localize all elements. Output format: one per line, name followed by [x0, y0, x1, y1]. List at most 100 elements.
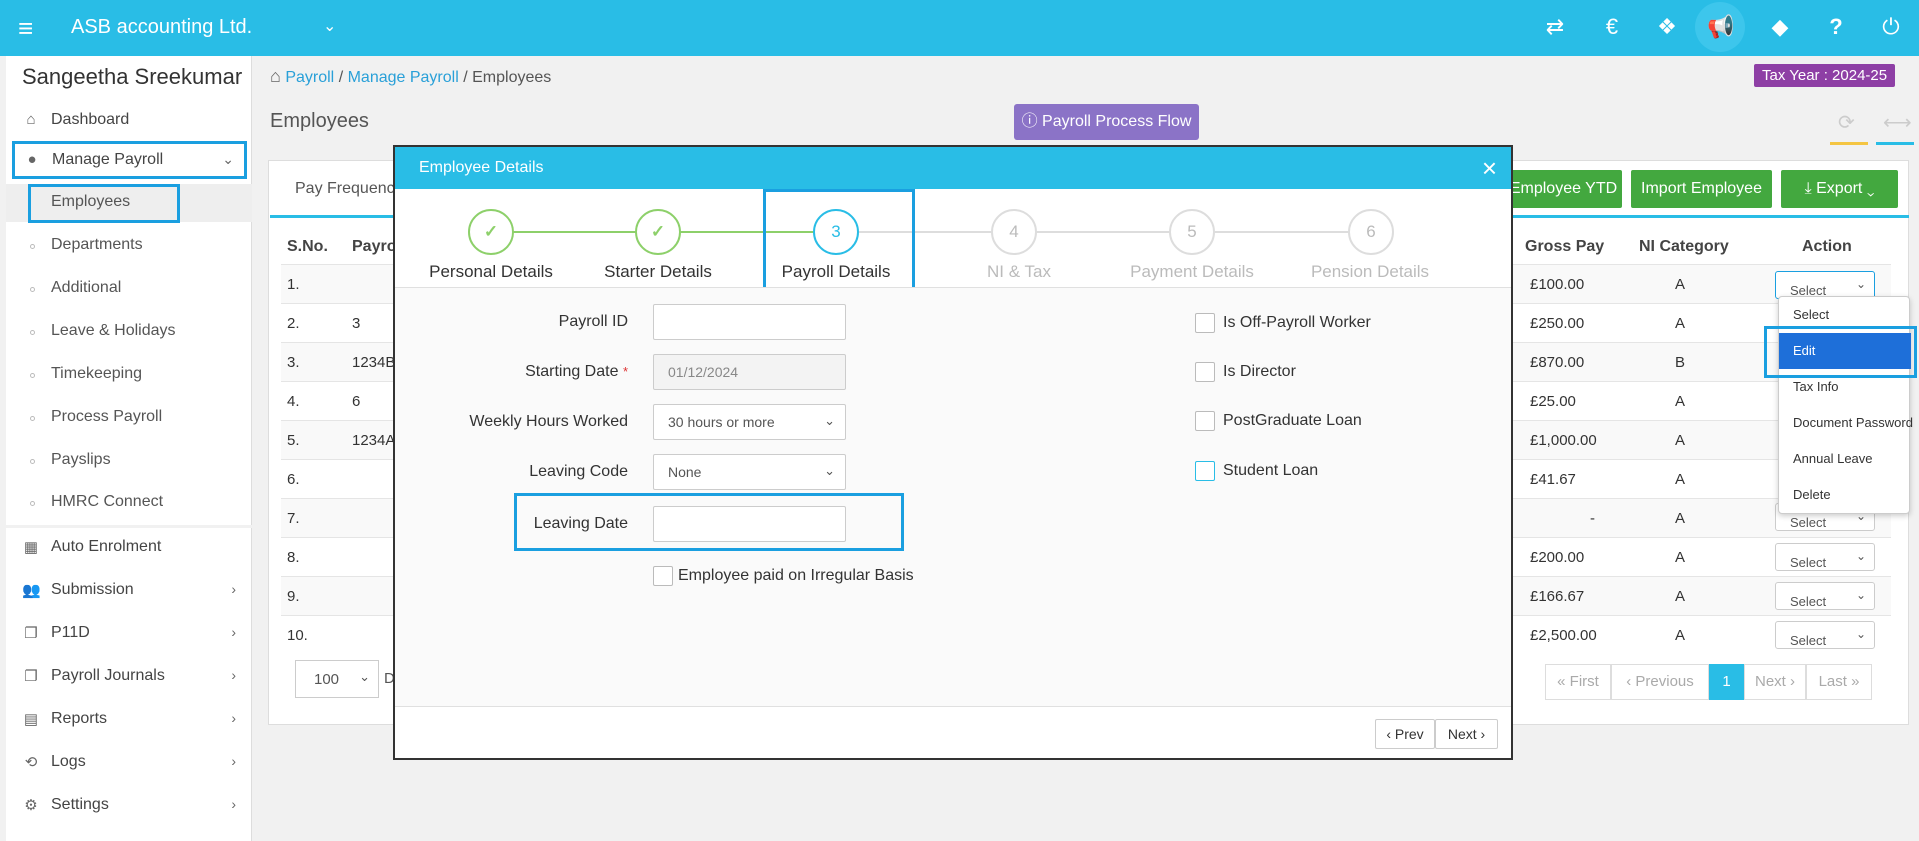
pager-first[interactable]: « First [1545, 664, 1611, 700]
select-value: Select [1790, 515, 1827, 530]
step-2-label[interactable]: Starter Details [573, 262, 743, 282]
column-header-payroll-id[interactable]: Payro [352, 238, 396, 256]
step-5-label[interactable]: Payment Details [1107, 262, 1277, 282]
payroll-process-flow-button[interactable]: ⓘ Payroll Process Flow [1014, 104, 1199, 140]
home-icon[interactable]: ⌂ [270, 66, 281, 86]
row-sno: 4. [287, 393, 300, 410]
employee-ytd-button[interactable]: Employee YTD [1505, 170, 1622, 208]
row-sno: 9. [287, 588, 300, 605]
action-select[interactable]: Select ⌄ [1775, 621, 1875, 649]
pager-previous[interactable]: ‹ Previous [1611, 664, 1709, 700]
sidebar-item-departments[interactable]: Departments [6, 227, 252, 265]
sidebar-item-dashboard[interactable]: ⌂ Dashboard [6, 101, 252, 139]
expand-icon[interactable]: ⟷ [1883, 110, 1912, 135]
chevron-down-icon: ⌄ [1855, 277, 1866, 291]
sidebar-item-additional[interactable]: Additional [6, 270, 252, 308]
leaving-code-select[interactable]: None ⌄ [653, 454, 846, 490]
menu-icon[interactable]: ≡ [18, 13, 33, 44]
action-select[interactable]: Select ⌄ [1775, 582, 1875, 610]
tax-year-badge: Tax Year : 2024-25 [1754, 64, 1896, 87]
exchange-icon[interactable]: ⇄ [1540, 14, 1570, 40]
sidebar-item-reports[interactable]: ▤ Reports › [6, 700, 252, 738]
sidebar-item-payroll-journals[interactable]: ❐ Payroll Journals › [6, 657, 252, 695]
row-sno: 1. [287, 276, 300, 293]
step-1-label[interactable]: Personal Details [406, 262, 576, 282]
action-select[interactable]: Select ⌄ [1775, 271, 1875, 299]
report-icon: ▤ [23, 711, 39, 728]
action-select[interactable]: Select ⌄ [1775, 543, 1875, 571]
starting-date-input[interactable]: 01/12/2024 [653, 354, 846, 390]
top-bar: ≡ ASB accounting Ltd. ⌄ ⇄ € ❖ 📢 ◆ ? ⏻ [0, 0, 1919, 56]
step-1-check-icon[interactable]: ✓ [468, 209, 514, 255]
prev-button[interactable]: ‹ Prev [1375, 719, 1435, 749]
sidebar-item-process-payroll[interactable]: Process Payroll [6, 399, 252, 437]
sidebar-item-logs[interactable]: ⟲ Logs › [6, 743, 252, 781]
refresh-icon[interactable]: ⟳ [1838, 110, 1855, 135]
cubes-icon[interactable]: ❖ [1652, 14, 1682, 40]
row-ni-category: A [1675, 276, 1686, 293]
chevron-down-icon[interactable]: ⌄ [323, 16, 336, 36]
sidebar-item-payslips[interactable]: Payslips [6, 442, 252, 480]
postgraduate-loan-checkbox[interactable] [1195, 411, 1215, 431]
step-2-check-icon[interactable]: ✓ [635, 209, 681, 255]
pager-next[interactable]: Next › [1744, 664, 1806, 700]
step-4-circle[interactable]: 4 [991, 209, 1037, 255]
close-icon[interactable]: × [1482, 153, 1497, 184]
step-6-circle[interactable]: 6 [1348, 209, 1394, 255]
column-header-sno[interactable]: S.No. [287, 238, 328, 256]
step-5-circle[interactable]: 5 [1169, 209, 1215, 255]
step-4-label[interactable]: NI & Tax [934, 262, 1104, 282]
euro-icon[interactable]: € [1597, 14, 1627, 40]
sidebar-item-label: Submission [51, 581, 134, 598]
director-checkbox[interactable] [1195, 362, 1215, 382]
chevron-right-icon: › [231, 624, 236, 640]
sidebar-item-label: Departments [51, 236, 143, 253]
bullhorn-icon[interactable]: 📢 [1706, 14, 1736, 40]
postgraduate-loan-label: PostGraduate Loan [1223, 412, 1362, 429]
breadcrumb-payroll[interactable]: Payroll [285, 69, 334, 86]
off-payroll-checkbox[interactable] [1195, 313, 1215, 333]
chevron-down-icon: ⌄ [222, 151, 234, 167]
help-icon[interactable]: ? [1821, 14, 1851, 40]
import-employee-button[interactable]: Import Employee [1631, 170, 1772, 208]
sidebar-item-hmrc-connect[interactable]: HMRC Connect [6, 484, 252, 522]
select-value: 30 hours or more [668, 414, 775, 430]
select-value: Select [1790, 555, 1827, 570]
sidebar-item-settings[interactable]: ⚙ Settings › [6, 786, 252, 824]
sidebar-item-label: Auto Enrolment [51, 538, 162, 555]
column-header-ni-category[interactable]: NI Category [1639, 238, 1729, 256]
export-button[interactable]: ⤓ Export ⌄ [1781, 170, 1898, 208]
page-size-select[interactable]: 100 ⌄ [295, 660, 379, 698]
sidebar-item-submission[interactable]: 👥 Submission › [6, 571, 252, 609]
pager-current[interactable]: 1 [1709, 664, 1744, 700]
student-loan-checkbox[interactable] [1195, 461, 1215, 481]
chevron-right-icon: › [231, 753, 236, 769]
weekly-hours-select[interactable]: 30 hours or more ⌄ [653, 404, 846, 440]
menu-item-annual-leave[interactable]: Annual Leave [1779, 441, 1911, 477]
pager-last[interactable]: Last » [1806, 664, 1872, 700]
column-header-gross-pay[interactable]: Gross Pay [1525, 238, 1604, 256]
step-6-label[interactable]: Pension Details [1285, 262, 1455, 282]
row-ni-category: A [1675, 471, 1686, 488]
power-icon[interactable]: ⏻ [1876, 14, 1906, 40]
breadcrumb-manage-payroll[interactable]: Manage Payroll [348, 69, 459, 86]
breadcrumb: ⌂ Payroll / Manage Payroll / Employees [270, 66, 551, 87]
select-value: 100 [314, 671, 340, 688]
tab-pay-frequency[interactable]: Pay Frequency [295, 180, 403, 198]
sidebar-item-p11d[interactable]: ❐ P11D › [6, 614, 252, 652]
sidebar-item-auto-enrolment[interactable]: ▦ Auto Enrolment [6, 528, 252, 566]
menu-item-delete[interactable]: Delete [1779, 477, 1911, 513]
menu-item-document-password[interactable]: Document Password [1779, 405, 1913, 441]
sidebar-item-label: P11D [51, 624, 90, 641]
ticket-icon[interactable]: ◆ [1765, 14, 1795, 40]
next-button[interactable]: Next › [1435, 719, 1498, 749]
irregular-basis-checkbox[interactable] [653, 566, 673, 586]
grid-icon: ▦ [23, 539, 39, 556]
sidebar-item-leave-holidays[interactable]: Leave & Holidays [6, 313, 252, 351]
leaving-code-label: Leaving Code [529, 463, 628, 480]
sidebar-item-timekeeping[interactable]: Timekeeping [6, 356, 252, 394]
payroll-id-input[interactable] [653, 304, 846, 340]
sidebar-item-manage-payroll[interactable]: ● Manage Payroll ⌄ [12, 141, 247, 179]
chevron-right-icon: › [231, 581, 236, 597]
company-name[interactable]: ASB accounting Ltd. [71, 16, 252, 39]
